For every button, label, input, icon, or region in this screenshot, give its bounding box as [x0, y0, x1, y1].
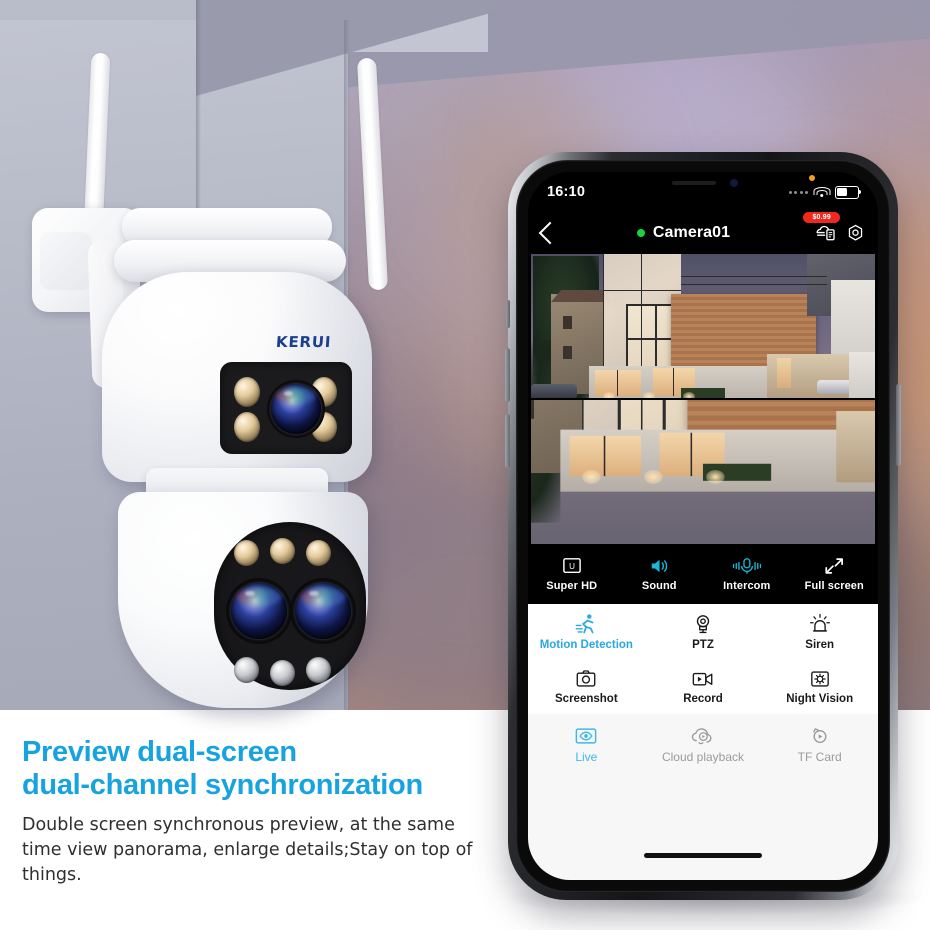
earpiece-speaker [672, 181, 716, 185]
feature-label: Night Vision [786, 692, 854, 705]
video-feed-channel-2[interactable] [531, 399, 875, 544]
page-root: KERUI Preview dual-screen dual-channel s… [0, 0, 930, 930]
cloud-play-icon [691, 728, 712, 745]
tab-label: Live [575, 750, 598, 764]
control-sound[interactable]: Sound [616, 557, 704, 592]
headline-line-2: dual-channel synchronization [22, 769, 423, 801]
orange-privacy-dot-icon [809, 174, 815, 181]
bottom-tab-bar: Live Cloud playback TF Card [528, 714, 878, 880]
phone-notch [630, 172, 776, 195]
playback-controls: U Super HD Sound Intercom Full screen [528, 544, 878, 604]
control-label: Full screen [804, 579, 864, 592]
feature-row-1: Motion Detection PTZ Siren [528, 604, 878, 659]
svg-text:U: U [569, 561, 575, 570]
phone-screen: 16:10 Camera01 $0.99 U Super HD Sound In… [528, 172, 878, 880]
product-camera-image: KERUI [18, 40, 448, 712]
ptz-camera-icon [696, 614, 710, 633]
ir-led-icon [306, 540, 331, 566]
tab-tf-card[interactable]: TF Card [761, 718, 878, 772]
microphone-icon [732, 557, 761, 574]
app-navigation-bar: Camera01 $0.99 [528, 211, 878, 254]
headline-line-1: Preview dual-screen [22, 736, 297, 768]
tab-live[interactable]: Live [528, 718, 645, 772]
ir-led-icon [234, 412, 260, 442]
control-intercom[interactable]: Intercom [703, 557, 791, 592]
feature-label: PTZ [692, 638, 714, 651]
speaker-icon [652, 559, 668, 572]
camera-icon [576, 669, 596, 687]
expand-icon [825, 557, 844, 574]
control-full-screen[interactable]: Full screen [791, 557, 879, 592]
volume-down-button[interactable] [505, 414, 510, 468]
feature-label: Screenshot [555, 692, 618, 705]
signal-dots-icon [788, 190, 808, 194]
feature-record[interactable]: Record [645, 659, 762, 714]
white-led-icon [234, 657, 259, 683]
cloud-price-badge[interactable]: $0.99 [803, 211, 840, 223]
wifi-icon [813, 186, 830, 198]
tab-cloud-playback[interactable]: Cloud playback [645, 718, 762, 772]
camera-name-title: Camera01 [652, 224, 731, 241]
channel-divider [531, 398, 875, 400]
running-person-icon [575, 613, 594, 633]
tf-card-play-icon [812, 728, 827, 744]
online-status-dot [636, 229, 645, 237]
video-feed-container[interactable] [531, 254, 875, 544]
brand-logo: KERUI [275, 333, 332, 351]
video-feed-channel-1[interactable] [531, 254, 875, 399]
gear-icon[interactable] [846, 224, 865, 243]
body-copy: Double screen synchronous preview, at th… [22, 815, 473, 885]
feature-motion-detection[interactable]: Motion Detection [528, 604, 645, 659]
feature-screenshot[interactable]: Screenshot [528, 659, 645, 714]
feature-label: Motion Detection [539, 638, 633, 651]
wall-bracket-notch [40, 232, 92, 290]
marketing-copy: Preview dual-screen dual-channel synchro… [22, 736, 492, 888]
eye-live-icon [575, 728, 597, 744]
volume-up-button[interactable] [505, 348, 510, 402]
power-button[interactable] [896, 384, 901, 466]
phone-device: 16:10 Camera01 $0.99 U Super HD Sound In… [505, 152, 901, 900]
silence-switch[interactable] [506, 300, 510, 328]
night-vision-icon [810, 670, 829, 687]
video-record-icon [692, 672, 713, 685]
feature-row-2: Screenshot Record Night Vision [528, 659, 878, 714]
ir-led-icon [270, 538, 295, 564]
front-camera-icon [730, 179, 738, 187]
tab-label: TF Card [797, 750, 842, 764]
white-led-icon [306, 657, 331, 683]
control-label: Sound [641, 579, 677, 592]
siren-icon [809, 613, 830, 632]
headline: Preview dual-screen dual-channel synchro… [22, 736, 492, 802]
control-label: Intercom [723, 579, 771, 592]
cloud-purchase-icon[interactable] [815, 225, 837, 241]
feature-ptz[interactable]: PTZ [645, 604, 762, 659]
control-super-hd[interactable]: U Super HD [528, 557, 616, 592]
ir-led-icon [234, 377, 260, 407]
super-hd-icon: U [562, 557, 581, 573]
ir-led-icon [234, 540, 259, 566]
control-label: Super HD [546, 579, 598, 592]
tab-label: Cloud playback [661, 750, 745, 764]
white-led-icon [270, 660, 295, 686]
feature-label: Record [683, 692, 723, 705]
home-indicator[interactable] [644, 853, 762, 858]
feature-siren[interactable]: Siren [761, 604, 878, 659]
feature-label: Siren [805, 638, 835, 651]
feature-night-vision[interactable]: Night Vision [761, 659, 878, 714]
battery-icon [835, 185, 862, 199]
status-time: 16:10 [547, 184, 586, 200]
antenna-right-icon [356, 57, 389, 291]
